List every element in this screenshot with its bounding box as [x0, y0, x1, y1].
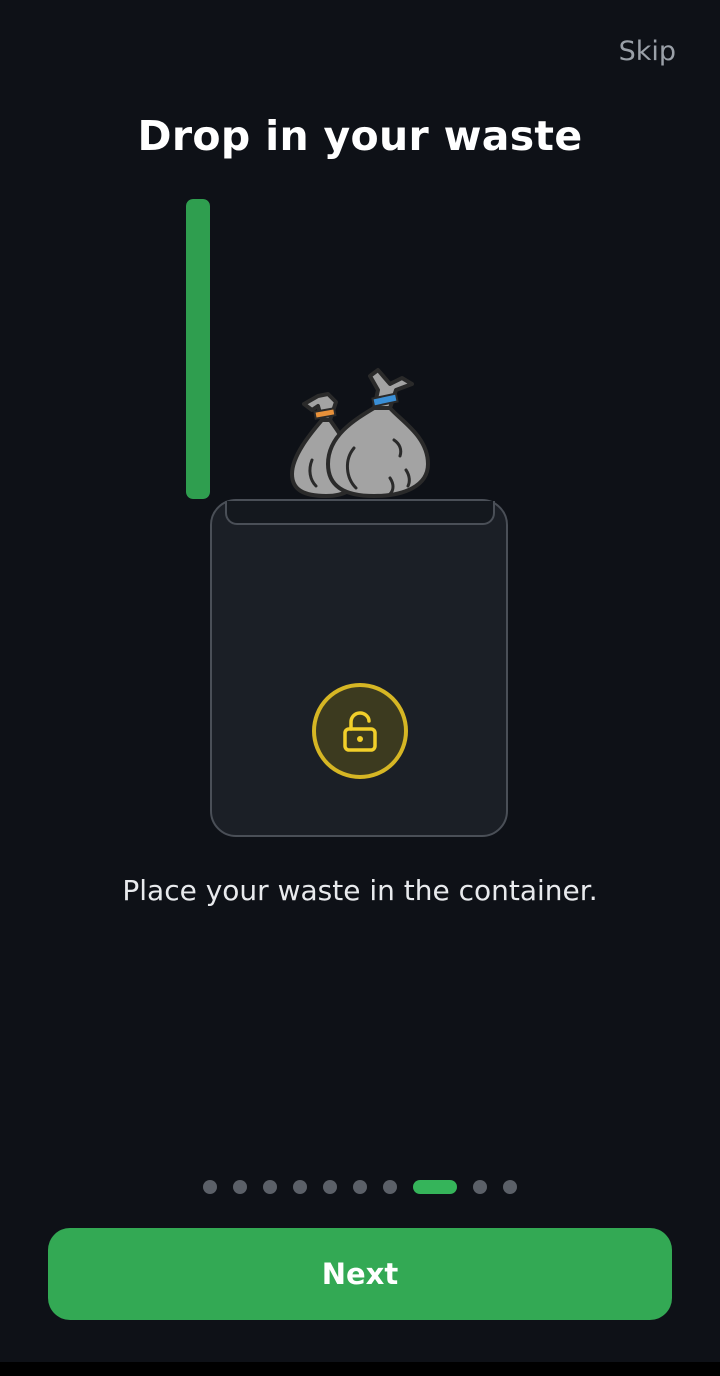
- container-slot: [225, 501, 495, 525]
- page-dot: [293, 1180, 307, 1194]
- page-dot: [473, 1180, 487, 1194]
- instruction-text: Place your waste in the container.: [122, 874, 598, 907]
- page-dot: [233, 1180, 247, 1194]
- page-dot: [383, 1180, 397, 1194]
- onboarding-screen: Skip Drop in your waste Place your waste…: [0, 0, 720, 1362]
- page-dot-active: [413, 1180, 457, 1194]
- page-dot: [203, 1180, 217, 1194]
- fill-level-bar: [186, 199, 210, 499]
- waste-container: [210, 499, 508, 837]
- trash-bags-icon: [290, 368, 430, 498]
- page-title: Drop in your waste: [137, 112, 583, 160]
- fill-level-indicator: [186, 199, 210, 499]
- page-dot: [263, 1180, 277, 1194]
- unlock-icon: [312, 683, 408, 779]
- page-indicator: [0, 1179, 720, 1195]
- skip-button[interactable]: Skip: [619, 36, 676, 67]
- page-dot: [353, 1180, 367, 1194]
- next-button[interactable]: Next: [48, 1228, 672, 1320]
- page-dot: [503, 1180, 517, 1194]
- page-dot: [323, 1180, 337, 1194]
